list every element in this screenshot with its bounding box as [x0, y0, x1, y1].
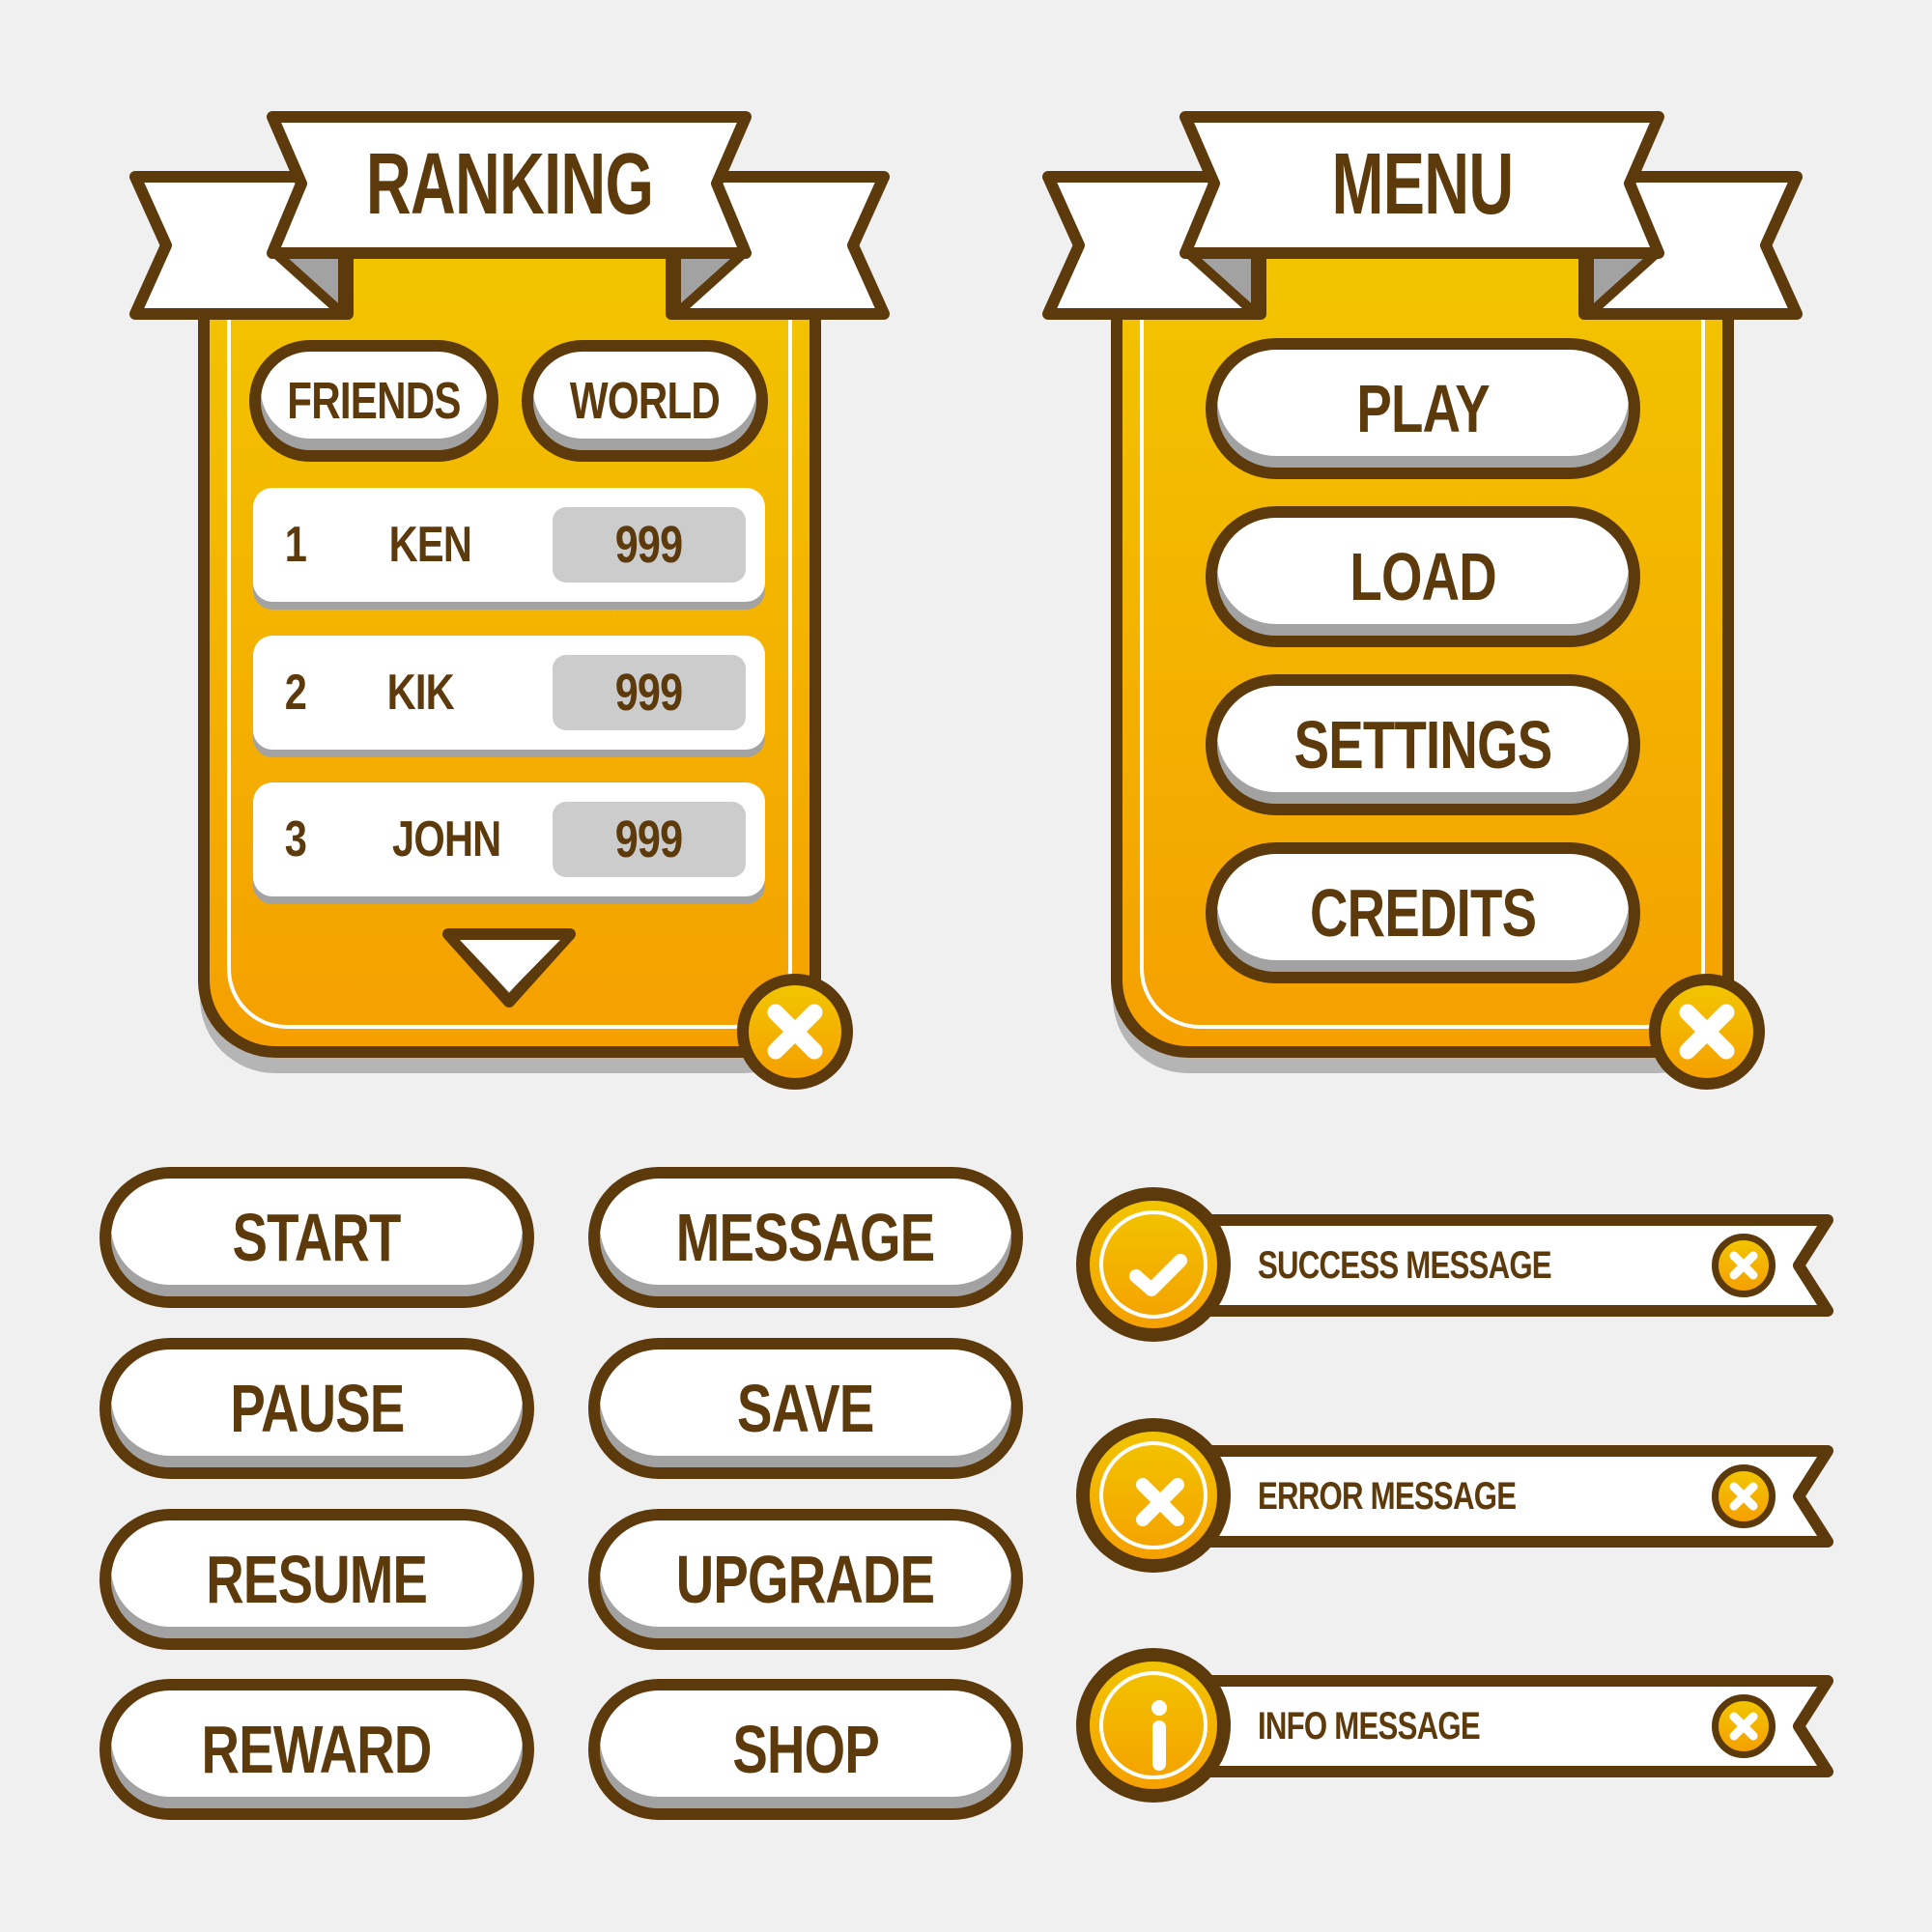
reward-button[interactable]: REWARD: [99, 1679, 534, 1820]
player-name: KEN: [388, 517, 472, 573]
ranking-row[interactable]: 1 KEN 999: [253, 488, 765, 602]
menu-settings-button[interactable]: SETTINGS: [1206, 674, 1640, 815]
close-icon: [1679, 1004, 1735, 1060]
triangle-down-icon: [442, 928, 576, 1008]
menu-title-text: MENU: [1331, 136, 1514, 233]
tab-friends-label: FRIENDS: [287, 372, 461, 430]
message-button[interactable]: MESSAGE: [588, 1167, 1023, 1308]
check-icon: [1129, 1254, 1187, 1296]
close-icon: [1729, 1251, 1758, 1280]
player-score: 999: [553, 507, 746, 582]
tab-world-label: WORLD: [569, 372, 721, 430]
rank-number: 2: [284, 665, 307, 721]
ranking-close-button[interactable]: [737, 974, 853, 1090]
ranking-row[interactable]: 2 KIK 999: [253, 636, 765, 750]
close-icon: [767, 1004, 823, 1060]
menu-close-button[interactable]: [1649, 974, 1765, 1090]
menu-play-button[interactable]: PLAY: [1206, 338, 1640, 479]
success-badge: [1076, 1187, 1231, 1342]
resume-button[interactable]: RESUME: [99, 1509, 534, 1650]
menu-credits-button[interactable]: CREDITS: [1206, 842, 1640, 983]
info-icon: [1151, 1700, 1167, 1771]
shop-button[interactable]: SHOP: [588, 1679, 1023, 1820]
info-dismiss-button[interactable]: [1712, 1694, 1776, 1758]
ranking-title: RANKING: [272, 117, 746, 253]
close-icon: [1729, 1712, 1758, 1741]
info-badge: [1076, 1648, 1231, 1803]
ranking-row[interactable]: 3 JOHN 999: [253, 782, 765, 896]
player-score: 999: [553, 655, 746, 730]
rank-number: 3: [284, 811, 307, 867]
ranking-title-text: RANKING: [365, 136, 653, 233]
player-name: KIK: [386, 665, 455, 721]
success-dismiss-button[interactable]: [1712, 1234, 1776, 1297]
error-badge: [1076, 1418, 1231, 1573]
menu-load-button[interactable]: LOAD: [1206, 506, 1640, 647]
player-name: JOHN: [392, 811, 501, 867]
pause-button[interactable]: PAUSE: [99, 1338, 534, 1479]
close-icon: [1729, 1482, 1758, 1511]
upgrade-button[interactable]: UPGRADE: [588, 1509, 1023, 1650]
error-message-text: ERROR MESSAGE: [1258, 1474, 1517, 1518]
tab-world[interactable]: WORLD: [522, 340, 768, 462]
player-score: 999: [553, 802, 746, 877]
x-icon: [1136, 1478, 1184, 1526]
rank-number: 1: [284, 517, 307, 573]
error-dismiss-button[interactable]: [1712, 1464, 1776, 1528]
tab-friends[interactable]: FRIENDS: [249, 340, 498, 462]
start-button[interactable]: START: [99, 1167, 534, 1308]
scroll-down-button[interactable]: [437, 923, 582, 1014]
menu-title: MENU: [1185, 117, 1659, 253]
success-message-text: SUCCESS MESSAGE: [1258, 1243, 1552, 1287]
info-message-text: INFO MESSAGE: [1258, 1704, 1481, 1747]
save-button[interactable]: SAVE: [588, 1338, 1023, 1479]
